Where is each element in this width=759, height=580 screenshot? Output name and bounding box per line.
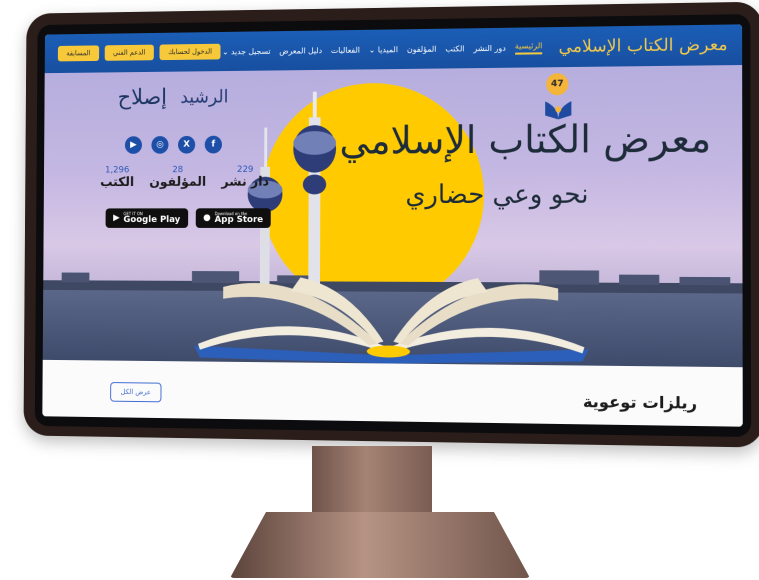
hero-slogan: نحو وعي حضاري [405,179,589,211]
stats-panel: 229 دار نشر 28 المؤلفون 1,296 الكتب [100,165,269,190]
nav-link-authors[interactable]: المؤلفون [407,44,437,53]
stat-publishers: 229 دار نشر [221,165,269,190]
stat-label: المؤلفون [149,174,207,190]
website-screen: معرض الكتاب الإسلامي الرئيسية دور النشر … [42,24,743,427]
monitor-stand-neck [312,446,432,516]
nav-link-publishers[interactable]: دور النشر [473,43,505,52]
hero-title: معرض الكتاب الإسلامي [339,116,712,163]
partner-logo-rasheed: الرشيد [180,86,229,108]
content-section: ريلزات توعوية عرض الكل [42,359,743,427]
competition-button[interactable]: المسابقة [57,45,99,62]
hero-banner: 47 معرض الكتاب الإسلامي نحو وعي حضاري ال… [42,65,743,368]
nav-link-guide[interactable]: دليل المعرض [279,46,322,55]
login-button[interactable]: الدخول لحسابك [159,43,221,61]
nav-link-events[interactable]: الفعاليات [331,45,360,54]
stat-number: 1,296 [105,165,130,176]
partner-logo-eslah: إصلاح [117,85,168,111]
monitor-stand-base [230,512,530,578]
monitor-frame: معرض الكتاب الإسلامي الرئيسية دور النشر … [23,1,759,448]
nav-actions: الدخول لحسابك الدعم الفني المسابقة [57,43,221,62]
section-title: ريلزات توعوية [582,391,698,413]
nav-link-register[interactable]: تسجيل جديد ⌄ [222,46,270,55]
youtube-icon[interactable]: ▶ [124,136,142,154]
stat-label: الكتب [100,175,135,190]
apple-icon: ● [203,213,211,224]
app-store-badges: ▶ GET IT ON Google Play ● Download on th… [105,208,271,228]
facebook-icon[interactable]: f [204,135,223,154]
google-play-icon: ▶ [113,213,120,224]
monitor-bezel: معرض الكتاب الإسلامي الرئيسية دور النشر … [34,14,752,438]
google-play-button[interactable]: ▶ GET IT ON Google Play [105,208,188,228]
stat-authors: 28 المؤلفون [149,165,206,190]
edition-badge: 47 [546,73,569,96]
open-book-illustration [194,277,589,366]
support-button[interactable]: الدعم الفني [104,44,155,61]
site-logo[interactable]: معرض الكتاب الإسلامي [559,35,728,57]
stat-books: 1,296 الكتب [100,166,134,190]
stat-label: دار نشر [221,174,269,190]
stat-number: 28 [172,165,184,176]
app-store-button[interactable]: ● Download on the App Store [195,208,271,228]
nav-link-media[interactable]: الميديا ⌄ [369,45,398,54]
partner-logos: الرشيد إصلاح [118,85,229,110]
social-links: ▶ ◎ X f [124,135,223,154]
nav-link-books[interactable]: الكتب [445,44,464,53]
instagram-icon[interactable]: ◎ [151,136,169,154]
nav-links: الرئيسية دور النشر الكتب المؤلفون الميدي… [222,40,543,58]
store-main-label: Google Play [123,214,181,225]
x-icon[interactable]: X [177,135,196,154]
view-all-button[interactable]: عرض الكل [110,382,162,403]
stat-number: 229 [236,164,254,175]
store-main-label: App Store [214,214,264,225]
nav-link-home[interactable]: الرئيسية [514,40,543,55]
